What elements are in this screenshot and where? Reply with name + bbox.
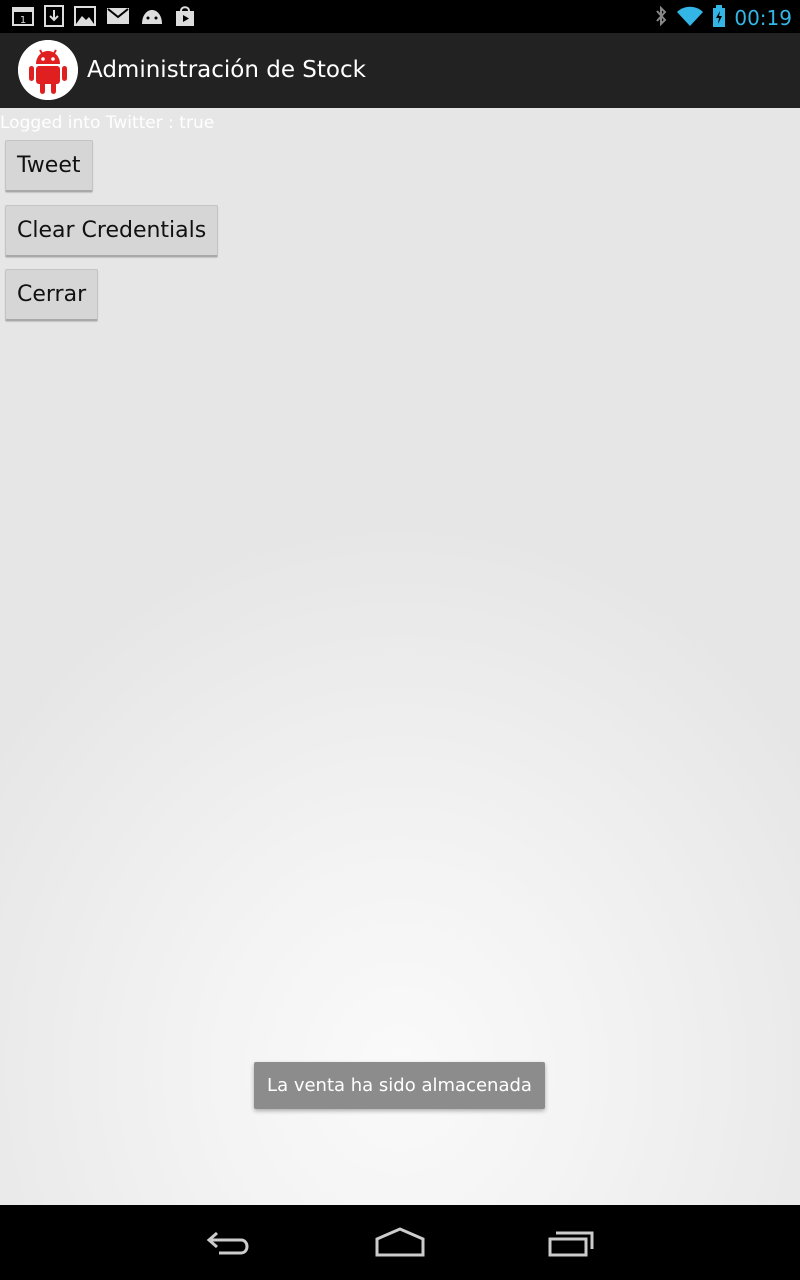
status-clock: 00:19 [734,6,792,30]
status-bar: 1 00:19 [0,0,800,33]
android-debug-icon [140,7,164,25]
tweet-button[interactable]: Tweet [5,140,93,192]
main-content: Logged into Twitter : true Tweet Clear C… [0,108,800,1205]
wifi-icon [676,5,704,31]
android-robot-icon[interactable] [18,40,78,100]
recent-apps-icon[interactable] [546,1225,598,1265]
calendar-icon: 1 [12,6,34,26]
gmail-icon [106,7,130,25]
download-icon [44,5,64,27]
battery-charging-icon [712,4,726,32]
twitter-login-status: Logged into Twitter : true [0,113,215,133]
svg-text:1: 1 [20,15,26,26]
bluetooth-icon [654,5,668,31]
notification-icons: 1 [12,5,196,27]
home-icon[interactable] [374,1225,426,1265]
app-title: Administración de Stock [87,57,366,83]
clear-credentials-button[interactable]: Clear Credentials [5,205,219,257]
back-icon[interactable] [205,1225,255,1265]
system-icons: 00:19 [654,4,792,32]
action-bar: Administración de Stock [0,33,800,109]
gallery-icon [74,6,96,26]
close-button[interactable]: Cerrar [5,269,99,321]
navigation-bar [0,1205,800,1280]
play-store-icon [174,5,196,27]
toast-message: La venta ha sido almacenada [254,1062,545,1109]
